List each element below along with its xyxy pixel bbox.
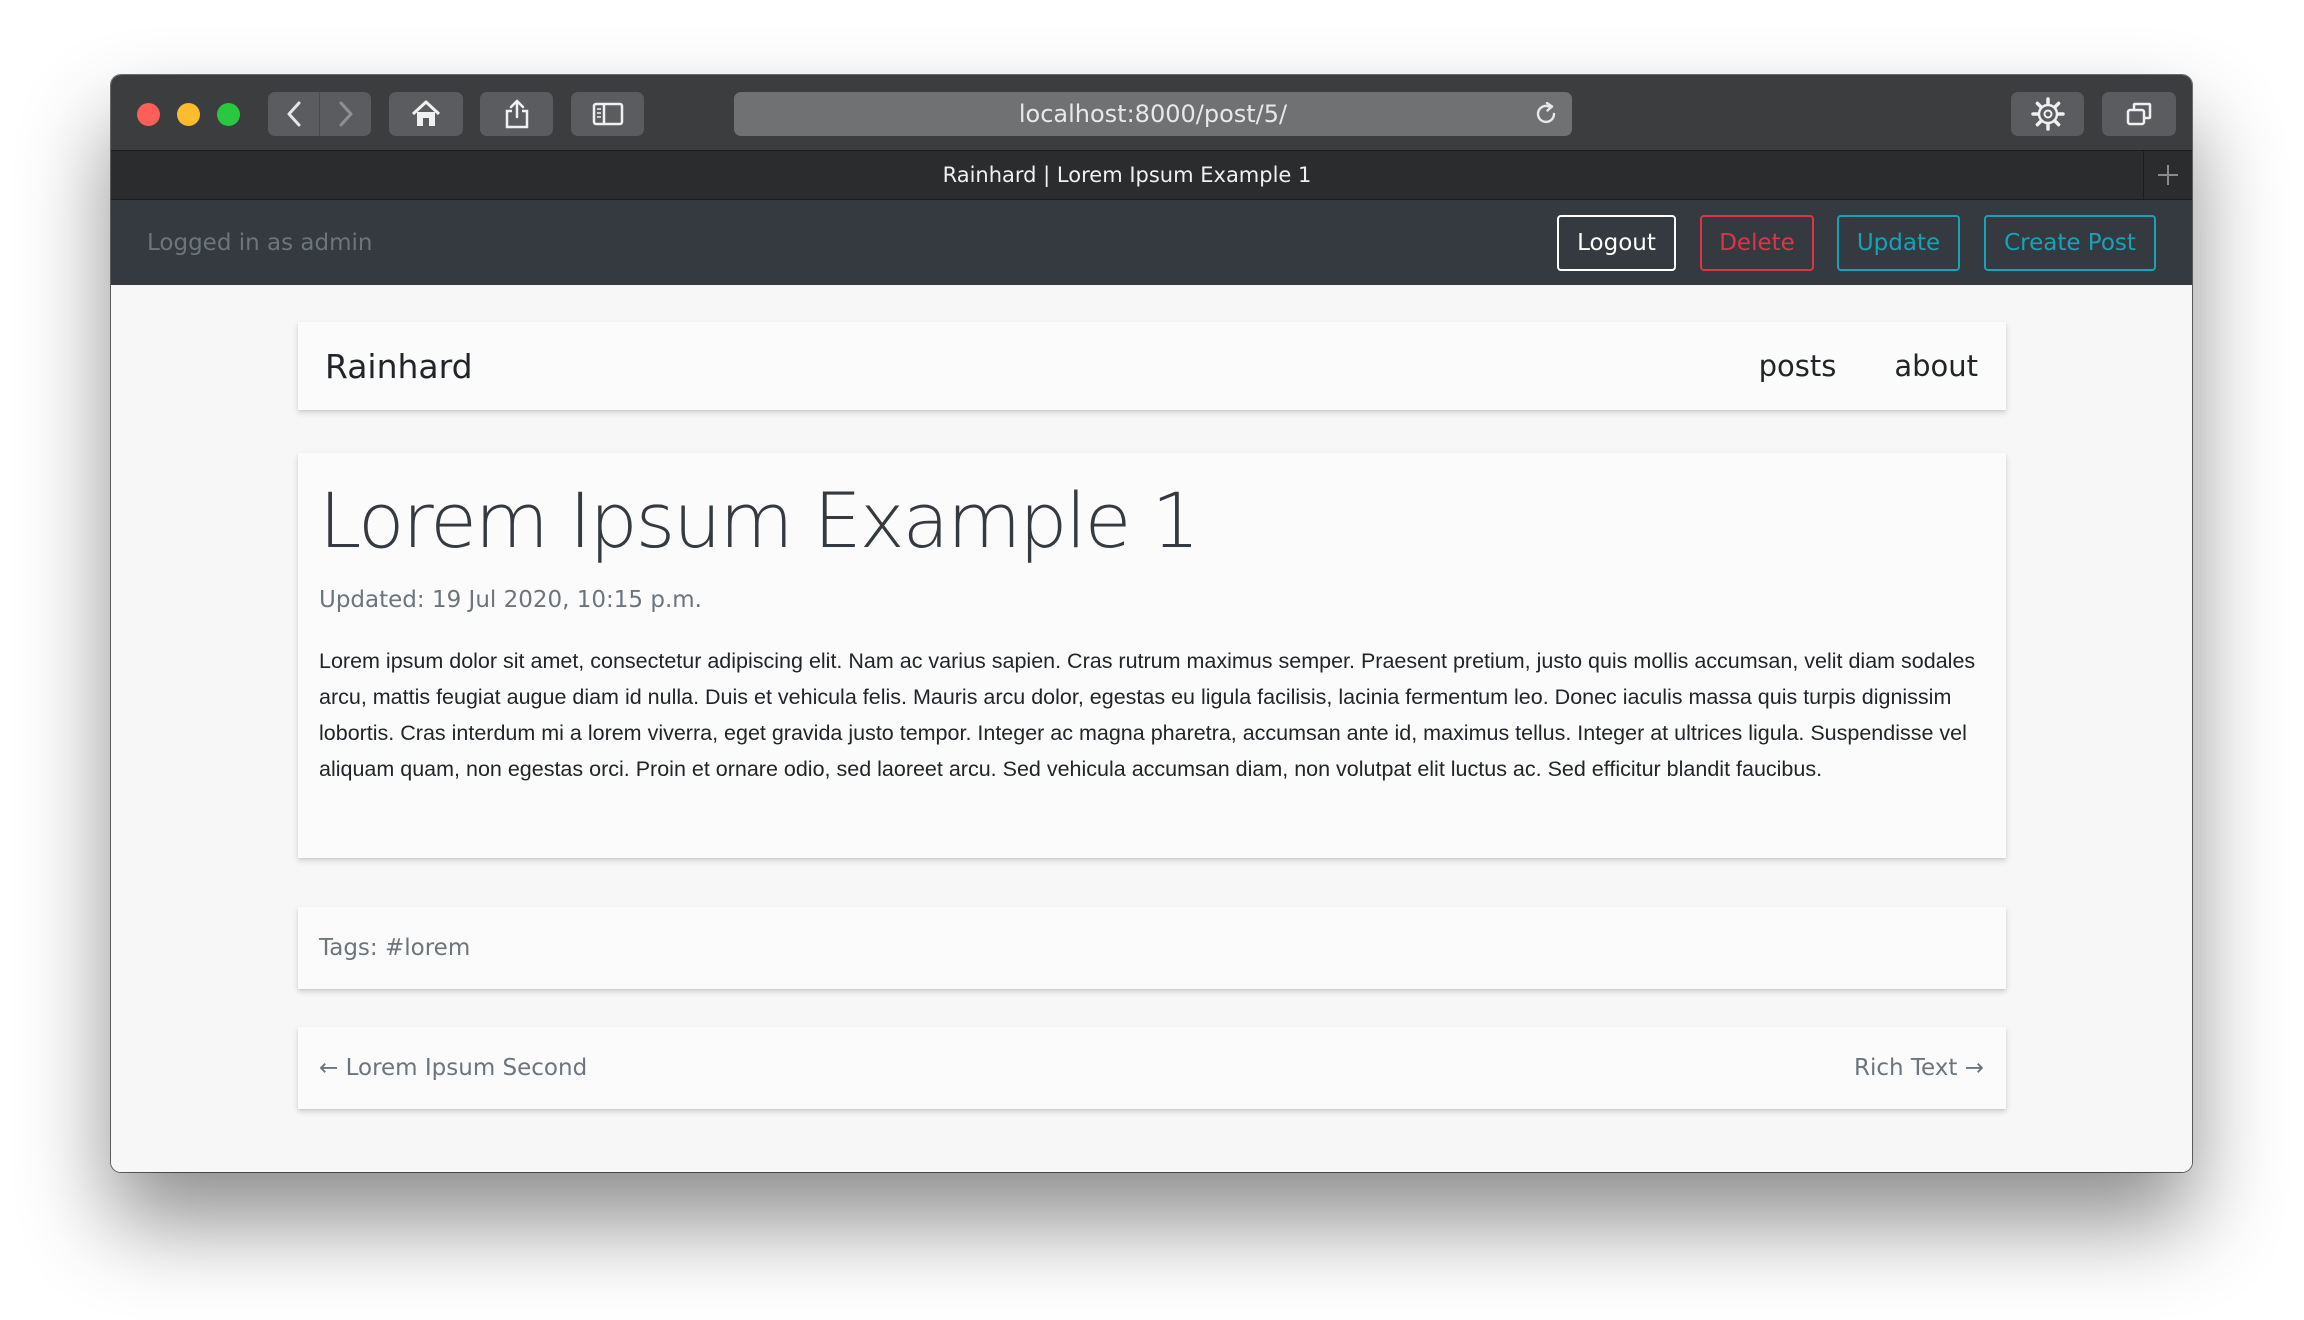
back-button[interactable] bbox=[268, 92, 319, 136]
browser-window: localhost:8000/post/5/ Rainhard | Lorem … bbox=[111, 75, 2192, 1172]
new-tab-button[interactable] bbox=[2143, 151, 2192, 199]
sidebar-icon bbox=[592, 102, 623, 126]
post-tags[interactable]: Tags: #lorem bbox=[319, 907, 470, 989]
sidebar-button[interactable] bbox=[571, 92, 644, 136]
address-bar[interactable]: localhost:8000/post/5/ bbox=[734, 92, 1572, 136]
tab-title: Rainhard | Lorem Ipsum Example 1 bbox=[942, 163, 1312, 187]
next-post-link[interactable]: Rich Text → bbox=[1854, 1027, 1984, 1109]
tabs-icon bbox=[2126, 102, 2152, 126]
previous-post-link[interactable]: ← Lorem Ipsum Second bbox=[319, 1027, 587, 1109]
create-post-button[interactable]: Create Post bbox=[1984, 215, 2156, 271]
nav-links: posts about bbox=[1759, 322, 1978, 410]
home-icon bbox=[411, 100, 441, 126]
update-button[interactable]: Update bbox=[1837, 215, 1960, 271]
active-tab[interactable]: Rainhard | Lorem Ipsum Example 1 bbox=[111, 151, 2143, 199]
close-window-button[interactable] bbox=[137, 103, 160, 126]
site-brand[interactable]: Rainhard bbox=[325, 322, 473, 410]
plus-icon bbox=[2158, 165, 2178, 185]
forward-button[interactable] bbox=[320, 92, 371, 136]
browser-toolbar: localhost:8000/post/5/ bbox=[111, 75, 2192, 150]
post-title: Lorem Ipsum Example 1 bbox=[319, 476, 1200, 565]
share-button[interactable] bbox=[480, 92, 553, 136]
login-status: Logged in as admin bbox=[147, 229, 373, 256]
delete-button[interactable]: Delete bbox=[1700, 215, 1814, 271]
post-card: Lorem Ipsum Example 1 Updated: 19 Jul 20… bbox=[298, 453, 2006, 858]
home-button[interactable] bbox=[389, 92, 463, 136]
forward-icon bbox=[339, 101, 352, 127]
nav-link-posts[interactable]: posts bbox=[1759, 349, 1837, 383]
gear-icon bbox=[2030, 97, 2065, 131]
post-updated-date: Updated: 19 Jul 2020, 10:15 p.m. bbox=[319, 587, 702, 613]
admin-bar: Logged in as admin Logout Delete Update … bbox=[111, 200, 2192, 285]
back-icon bbox=[287, 101, 300, 127]
page-content: Rainhard posts about Lorem Ipsum Example… bbox=[111, 285, 2192, 1172]
pagination-card: ← Lorem Ipsum Second Rich Text → bbox=[298, 1027, 2006, 1109]
logout-button[interactable]: Logout bbox=[1557, 215, 1676, 271]
tab-overview-button[interactable] bbox=[2102, 92, 2176, 136]
back-forward-group bbox=[268, 92, 371, 136]
settings-button[interactable] bbox=[2011, 92, 2084, 136]
url-text: localhost:8000/post/5/ bbox=[1018, 100, 1288, 128]
post-body: Lorem ipsum dolor sit amet, consectetur … bbox=[319, 649, 1976, 781]
site-navbar: Rainhard posts about bbox=[298, 322, 2006, 410]
nav-link-about[interactable]: about bbox=[1894, 349, 1978, 383]
share-icon bbox=[505, 99, 528, 129]
tab-bar: Rainhard | Lorem Ipsum Example 1 bbox=[111, 150, 2192, 200]
reload-icon[interactable] bbox=[1534, 102, 1558, 126]
tags-card: Tags: #lorem bbox=[298, 907, 2006, 989]
minimize-window-button[interactable] bbox=[177, 103, 200, 126]
zoom-window-button[interactable] bbox=[217, 103, 240, 126]
